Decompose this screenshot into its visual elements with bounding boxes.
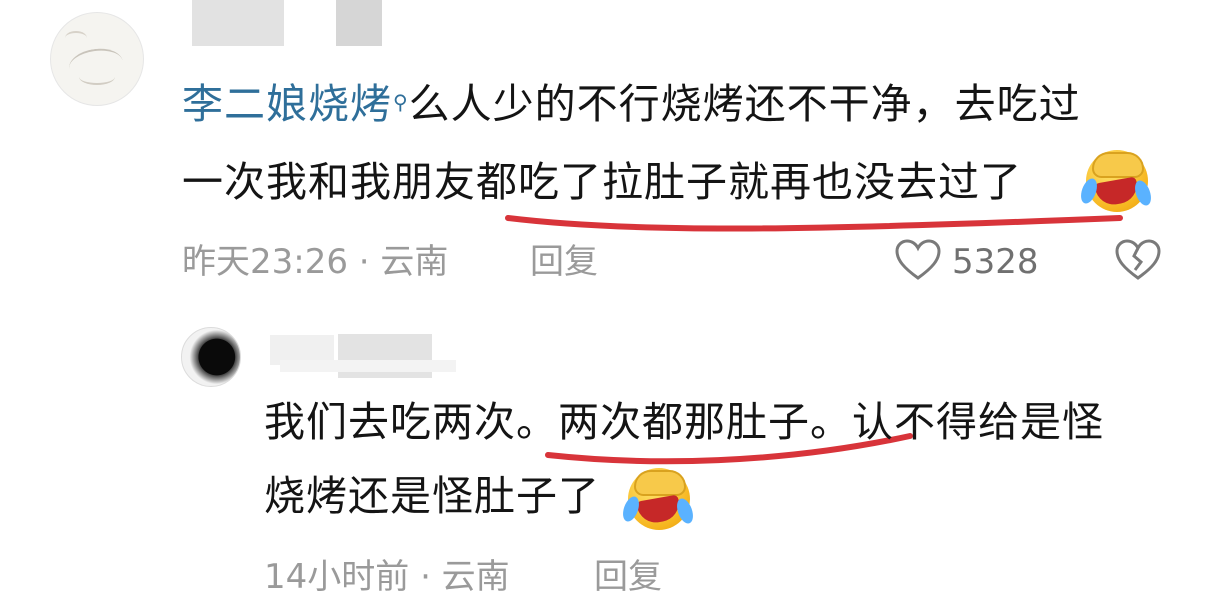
comment-text-line: 烧烤还是怪肚子了 bbox=[264, 472, 600, 520]
heart-icon[interactable] bbox=[894, 238, 942, 282]
timestamp-location: 14小时前 · 云南 bbox=[264, 557, 510, 597]
dislike-heart-icon[interactable] bbox=[1114, 238, 1162, 282]
highlight-underline bbox=[505, 215, 1123, 465]
comment-text-line: 我们去吃两次。两次都那肚子。认不得给是怪 bbox=[264, 398, 1104, 446]
like-count: 5328 bbox=[952, 242, 1039, 282]
avatar[interactable] bbox=[181, 327, 241, 387]
reply-button[interactable]: 回复 bbox=[594, 557, 662, 597]
laughing-crying-emoji bbox=[619, 468, 697, 530]
reply-button[interactable]: 回复 bbox=[530, 242, 598, 282]
username-blurred[interactable] bbox=[280, 360, 456, 372]
timestamp-location: 昨天23:26 · 云南 bbox=[182, 242, 449, 282]
